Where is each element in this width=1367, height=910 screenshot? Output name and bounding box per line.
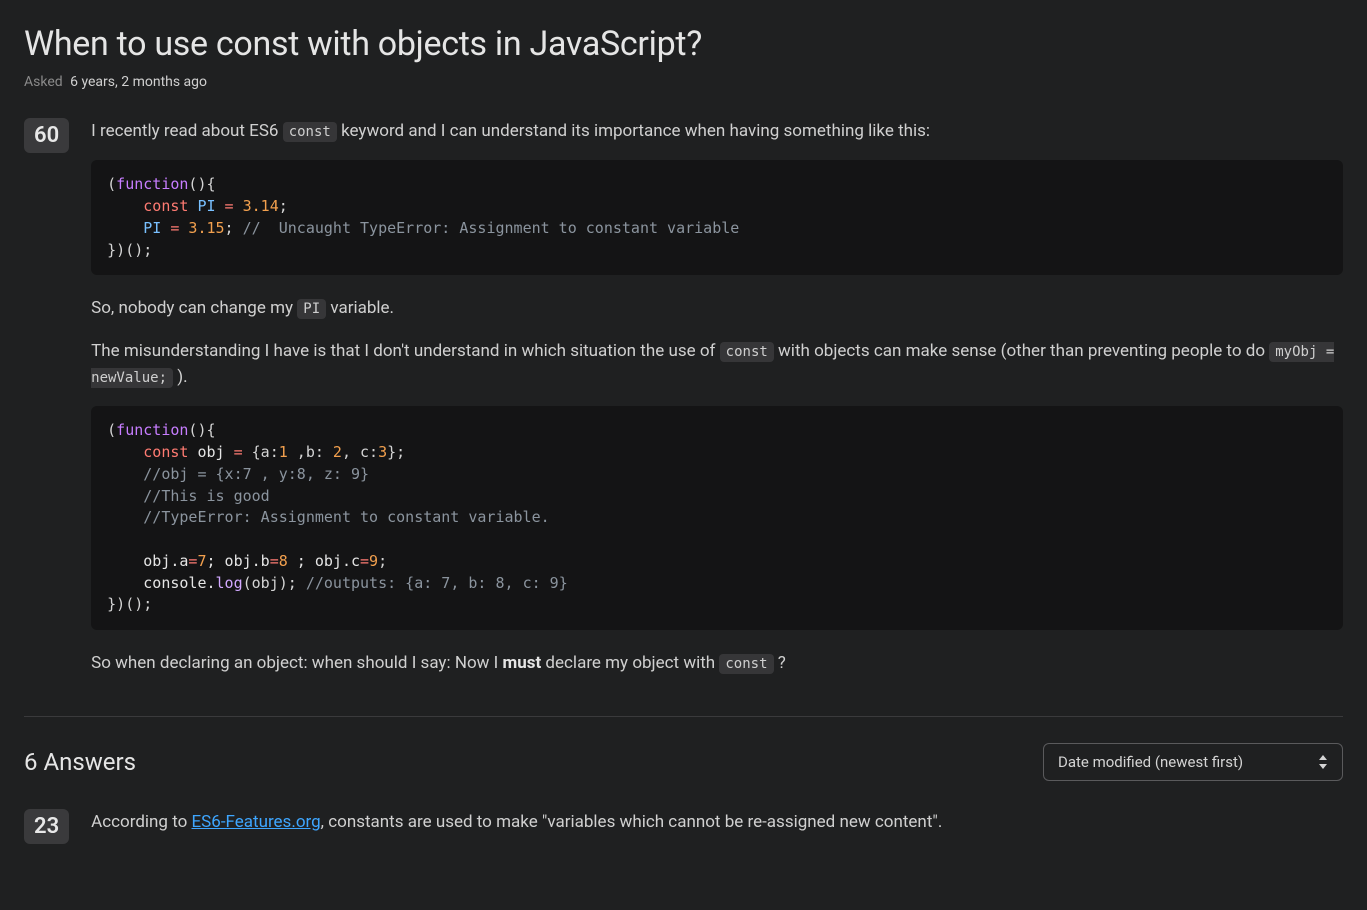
question-title: When to use const with objects in JavaSc… bbox=[24, 24, 1343, 64]
question-post: 60 I recently read about ES6 const keywo… bbox=[24, 118, 1343, 692]
question-p4: So when declaring an object: when should… bbox=[91, 650, 1343, 676]
text: So when declaring an object: when should… bbox=[91, 653, 502, 673]
text: So, nobody can change my bbox=[91, 298, 297, 318]
answers-header: 6 Answers Date modified (newest first) bbox=[24, 743, 1343, 781]
text: declare my object with bbox=[541, 653, 719, 673]
text: , constants are used to make "variables … bbox=[321, 812, 943, 832]
inline-code: const bbox=[720, 342, 774, 362]
question-body: I recently read about ES6 const keyword … bbox=[91, 118, 1343, 692]
question-score[interactable]: 60 bbox=[24, 118, 69, 153]
question-meta: Asked 6 years, 2 months ago bbox=[24, 74, 1343, 90]
answers-count: 6 Answers bbox=[24, 748, 136, 776]
text: According to bbox=[91, 812, 191, 832]
asked-value: 6 years, 2 months ago bbox=[70, 74, 207, 90]
divider bbox=[24, 716, 1343, 717]
answer-1: 23 According to ES6-Features.org, consta… bbox=[24, 809, 1343, 851]
inline-code: const bbox=[283, 122, 337, 142]
code-block-1[interactable]: (function(){ const PI = 3.14; PI = 3.15;… bbox=[91, 160, 1343, 275]
text: The misunderstanding I have is that I do… bbox=[91, 341, 720, 361]
inline-code: const bbox=[719, 654, 773, 674]
code-block-2[interactable]: (function(){ const obj = {a:1 ,b: 2, c:3… bbox=[91, 406, 1343, 630]
text: ? bbox=[774, 653, 786, 673]
question-p3: The misunderstanding I have is that I do… bbox=[91, 338, 1343, 391]
question-p2: So, nobody can change my PI variable. bbox=[91, 295, 1343, 321]
asked-label: Asked bbox=[24, 74, 63, 90]
answer-p1: According to ES6-Features.org, constants… bbox=[91, 809, 1343, 835]
inline-code: PI bbox=[297, 299, 326, 319]
answer-score[interactable]: 23 bbox=[24, 809, 69, 844]
text: with objects can make sense (other than … bbox=[774, 341, 1269, 361]
text: variable. bbox=[326, 298, 394, 318]
answer-body: According to ES6-Features.org, constants… bbox=[91, 809, 1343, 851]
text: I recently read about ES6 bbox=[91, 121, 283, 141]
emphasis: must bbox=[502, 653, 541, 673]
text: keyword and I can understand its importa… bbox=[337, 121, 930, 141]
chevron-updown-icon bbox=[1318, 755, 1328, 769]
es6-features-link[interactable]: ES6-Features.org bbox=[192, 812, 321, 832]
question-p1: I recently read about ES6 const keyword … bbox=[91, 118, 1343, 144]
sort-dropdown[interactable]: Date modified (newest first) bbox=[1043, 743, 1343, 781]
sort-selected-label: Date modified (newest first) bbox=[1058, 753, 1243, 771]
text: ). bbox=[173, 367, 188, 387]
